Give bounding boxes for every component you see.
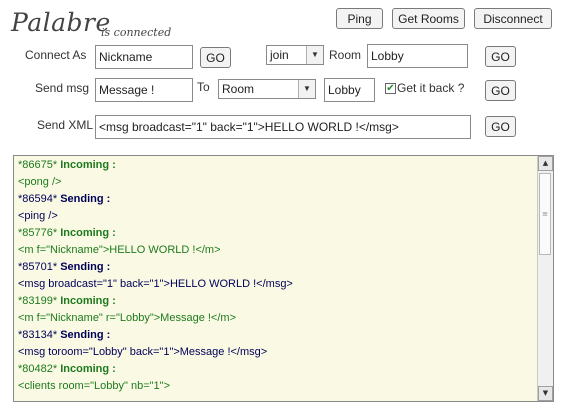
chevron-down-icon[interactable]: ▼: [306, 46, 323, 64]
action-select-value: join: [270, 48, 289, 62]
log-entry-header: *86594* Sending :: [18, 191, 537, 208]
scrollbar-thumb[interactable]: ≡: [539, 173, 551, 255]
nickname-input[interactable]: Nickname: [95, 45, 193, 69]
log-entry-header: *85776* Incoming :: [18, 225, 537, 242]
send-xml-label: Send XML: [37, 118, 94, 132]
log-entry-direction: Sending :: [57, 193, 111, 205]
get-it-back-checkbox[interactable]: ✔: [385, 83, 396, 94]
log-entry-header: *83134* Sending :: [18, 327, 537, 344]
chevron-down-icon[interactable]: ▼: [298, 80, 315, 98]
log-entry-message: <pong />: [18, 176, 62, 188]
log-entry-direction: Sending :: [57, 261, 111, 273]
disconnect-button[interactable]: Disconnect: [474, 8, 552, 29]
scroll-down-arrow-icon[interactable]: ▼: [538, 386, 553, 401]
log-entry-direction: Incoming :: [57, 227, 116, 239]
log-entry-direction: Incoming :: [57, 363, 116, 375]
send-msg-go-button[interactable]: GO: [485, 80, 516, 101]
log-entry-header: *85701* Sending :: [18, 259, 537, 276]
target-input[interactable]: Lobby: [324, 78, 375, 102]
log-entry-id: *85701*: [18, 261, 58, 273]
log-entry-message: <clients room="Lobby" nb="1">: [18, 380, 170, 392]
xml-input[interactable]: <msg broadcast="1" back="1">HELLO WORLD …: [95, 115, 471, 139]
action-select[interactable]: join ▼: [266, 45, 324, 65]
get-rooms-button[interactable]: Get Rooms: [392, 8, 465, 29]
app-logo: Palabre: [11, 8, 111, 37]
room-input[interactable]: Lobby: [367, 44, 468, 68]
ping-button[interactable]: Ping: [336, 8, 383, 29]
room-label: Room: [329, 48, 362, 62]
get-it-back-label: Get it back ?: [397, 81, 465, 95]
log-entry-id: *86675*: [18, 159, 58, 171]
connection-status: is connected: [101, 26, 172, 39]
connect-as-label: Connect As: [25, 48, 87, 62]
log-entry-id: *83199*: [18, 295, 58, 307]
send-xml-go-button[interactable]: GO: [485, 116, 516, 137]
log-entry-message: <m f="Nickname">HELLO WORLD !</m>: [18, 244, 221, 256]
log-entry-message: <msg toroom="Lobby" back="1">Message !</…: [18, 346, 268, 358]
log-entry-header: *80482* Incoming :: [18, 361, 537, 378]
send-msg-label: Send msg: [35, 81, 90, 95]
message-log[interactable]: *86675* Incoming : <pong /> *86594* Sendin…: [13, 155, 554, 402]
join-go-button[interactable]: GO: [485, 46, 516, 67]
log-entry-header: *83199* Incoming :: [18, 293, 537, 310]
scroll-up-arrow-icon[interactable]: ▲: [538, 156, 553, 171]
log-entry-header: *86675* Incoming :: [18, 157, 537, 174]
target-type-value: Room: [222, 82, 255, 96]
log-entry-id: *83134*: [18, 329, 58, 341]
log-entry-direction: Sending :: [57, 329, 111, 341]
target-type-select[interactable]: Room ▼: [218, 79, 316, 99]
connect-go-button[interactable]: GO: [200, 47, 231, 68]
message-input[interactable]: Message !: [95, 78, 193, 102]
log-entry-message: <msg broadcast="1" back="1">HELLO WORLD …: [18, 278, 293, 290]
checkmark-icon: ✔: [386, 83, 395, 94]
log-entry-id: *85776*: [18, 227, 58, 239]
log-entry-direction: Incoming :: [57, 295, 116, 307]
log-entry-message: <m f="Nickname" r="Lobby">Message !</m>: [18, 312, 236, 324]
log-scrollbar[interactable]: ▲ ≡ ▼: [537, 156, 553, 401]
log-entry-id: *86594*: [18, 193, 58, 205]
log-entry-id: *80482*: [18, 363, 58, 375]
to-label: To: [197, 80, 210, 94]
log-entry-message: <ping />: [18, 210, 58, 222]
log-entry-direction: Incoming :: [57, 159, 116, 171]
log-lines: *86675* Incoming : <pong /> *86594* Sendin…: [18, 157, 537, 395]
